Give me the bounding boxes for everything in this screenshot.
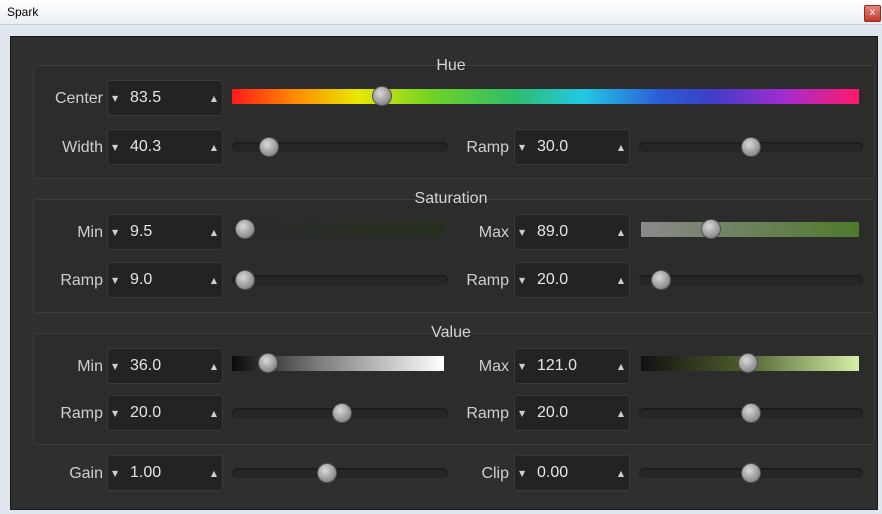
saturation-group-title: Saturation xyxy=(414,190,488,207)
chevron-up-icon[interactable]: ▲ xyxy=(211,94,217,103)
chevron-up-icon[interactable]: ▲ xyxy=(618,469,624,478)
chevron-down-icon[interactable]: ▼ xyxy=(519,276,525,285)
sat-max-spinbox[interactable]: ▼ 89.0 ▲ xyxy=(514,214,630,250)
val-ramp-right-knob[interactable] xyxy=(741,403,761,423)
hue-center-value[interactable]: 83.5 xyxy=(130,89,161,107)
chevron-up-icon[interactable]: ▲ xyxy=(211,228,217,237)
hue-ramp-knob[interactable] xyxy=(741,137,761,157)
chevron-down-icon[interactable]: ▼ xyxy=(112,276,118,285)
chevron-up-icon[interactable]: ▲ xyxy=(618,362,624,371)
sat-ramp-right-value[interactable]: 20.0 xyxy=(537,271,568,289)
sat-max-knob[interactable] xyxy=(700,219,721,239)
window-title: Spark xyxy=(7,5,39,19)
val-ramp-left-spinbox[interactable]: ▼ 20.0 ▲ xyxy=(107,395,223,431)
chevron-up-icon[interactable]: ▲ xyxy=(211,409,217,418)
sat-max-value[interactable]: 89.0 xyxy=(537,223,568,241)
val-ramp-right-spinbox[interactable]: ▼ 20.0 ▲ xyxy=(514,395,630,431)
chevron-up-icon[interactable]: ▲ xyxy=(211,469,217,478)
hue-width-knob[interactable] xyxy=(258,137,279,157)
spark-window: Spark x Hue Center ▼ 83.5 ▲ Width ▼ 40.3… xyxy=(0,0,882,514)
hue-center-spinbox[interactable]: ▼ 83.5 ▲ xyxy=(107,80,223,116)
spark-panel: Hue Center ▼ 83.5 ▲ Width ▼ 40.3 ▲ Ramp … xyxy=(10,36,878,510)
val-max-spinbox[interactable]: ▼ 121.0 ▲ xyxy=(514,348,630,384)
hue-center-slider[interactable] xyxy=(232,86,859,106)
chevron-up-icon[interactable]: ▲ xyxy=(618,276,624,285)
chevron-down-icon[interactable]: ▼ xyxy=(519,228,525,237)
val-max-value[interactable]: 121.0 xyxy=(537,357,577,375)
hue-width-spinbox[interactable]: ▼ 40.3 ▲ xyxy=(107,129,223,165)
val-ramp-right-slider[interactable] xyxy=(639,403,863,423)
sat-ramp-right-label: Ramp xyxy=(466,272,509,289)
hue-width-label: Width xyxy=(62,139,103,156)
chevron-up-icon[interactable]: ▲ xyxy=(211,276,217,285)
chevron-down-icon[interactable]: ▼ xyxy=(112,469,118,478)
val-min-value[interactable]: 36.0 xyxy=(130,357,161,375)
chevron-down-icon[interactable]: ▼ xyxy=(519,143,525,152)
clip-value[interactable]: 0.00 xyxy=(537,464,568,482)
hue-ramp-spinbox[interactable]: ▼ 30.0 ▲ xyxy=(514,129,630,165)
gain-spinbox[interactable]: ▼ 1.00 ▲ xyxy=(107,455,223,491)
chevron-up-icon[interactable]: ▲ xyxy=(211,362,217,371)
val-ramp-right-value[interactable]: 20.0 xyxy=(537,404,568,422)
chevron-up-icon[interactable]: ▲ xyxy=(618,409,624,418)
chevron-down-icon[interactable]: ▼ xyxy=(519,362,525,371)
val-max-knob[interactable] xyxy=(737,353,758,373)
title-bar[interactable]: Spark x xyxy=(0,0,882,25)
chevron-down-icon[interactable]: ▼ xyxy=(112,228,118,237)
sat-ramp-left-value[interactable]: 9.0 xyxy=(130,271,152,289)
chevron-down-icon[interactable]: ▼ xyxy=(519,469,525,478)
gain-label: Gain xyxy=(69,465,103,482)
gain-value[interactable]: 1.00 xyxy=(130,464,161,482)
hue-center-label: Center xyxy=(54,90,103,107)
sat-ramp-left-spinbox[interactable]: ▼ 9.0 ▲ xyxy=(107,262,223,298)
chevron-down-icon[interactable]: ▼ xyxy=(112,362,118,371)
val-ramp-left-value[interactable]: 20.0 xyxy=(130,404,161,422)
val-ramp-left-label: Ramp xyxy=(60,405,103,422)
hue-group-title: Hue xyxy=(436,57,466,74)
chevron-down-icon[interactable]: ▼ xyxy=(112,143,118,152)
sat-ramp-right-spinbox[interactable]: ▼ 20.0 ▲ xyxy=(514,262,630,298)
sat-ramp-left-slider[interactable] xyxy=(232,270,448,290)
val-max-label: Max xyxy=(478,358,509,375)
sat-min-value[interactable]: 9.5 xyxy=(130,223,152,241)
val-max-slider[interactable] xyxy=(641,353,859,373)
chevron-up-icon[interactable]: ▲ xyxy=(618,228,624,237)
hue-center-knob[interactable] xyxy=(372,86,393,106)
val-min-label: Min xyxy=(77,358,103,375)
hue-ramp-label: Ramp xyxy=(466,139,509,156)
sat-min-slider[interactable] xyxy=(232,219,444,239)
hue-ramp-value[interactable]: 30.0 xyxy=(537,138,568,156)
val-min-slider[interactable] xyxy=(232,353,444,373)
close-icon[interactable]: x xyxy=(864,5,881,22)
chevron-down-icon[interactable]: ▼ xyxy=(519,409,525,418)
gain-knob[interactable] xyxy=(317,463,338,483)
chevron-up-icon[interactable]: ▲ xyxy=(618,143,624,152)
hue-width-slider[interactable] xyxy=(232,137,448,157)
clip-knob[interactable] xyxy=(741,463,761,483)
chevron-down-icon[interactable]: ▼ xyxy=(112,409,118,418)
clip-spinbox[interactable]: ▼ 0.00 ▲ xyxy=(514,455,630,491)
sat-min-knob[interactable] xyxy=(234,219,255,239)
value-group-title: Value xyxy=(431,324,471,341)
val-ramp-left-slider[interactable] xyxy=(232,403,448,423)
val-ramp-right-label: Ramp xyxy=(466,405,509,422)
sat-ramp-right-slider[interactable] xyxy=(639,270,863,290)
clip-label: Clip xyxy=(481,465,509,482)
val-min-spinbox[interactable]: ▼ 36.0 ▲ xyxy=(107,348,223,384)
chevron-down-icon[interactable]: ▼ xyxy=(112,94,118,103)
hue-ramp-slider[interactable] xyxy=(639,137,863,157)
val-min-knob[interactable] xyxy=(258,353,279,373)
hue-width-value[interactable]: 40.3 xyxy=(130,138,161,156)
sat-min-spinbox[interactable]: ▼ 9.5 ▲ xyxy=(107,214,223,250)
clip-slider[interactable] xyxy=(639,463,863,483)
sat-max-slider[interactable] xyxy=(641,219,859,239)
sat-ramp-left-knob[interactable] xyxy=(234,270,255,290)
gain-slider[interactable] xyxy=(232,463,448,483)
sat-ramp-left-label: Ramp xyxy=(60,272,103,289)
sat-min-label: Min xyxy=(77,224,103,241)
chevron-up-icon[interactable]: ▲ xyxy=(211,143,217,152)
sat-max-label: Max xyxy=(478,224,509,241)
